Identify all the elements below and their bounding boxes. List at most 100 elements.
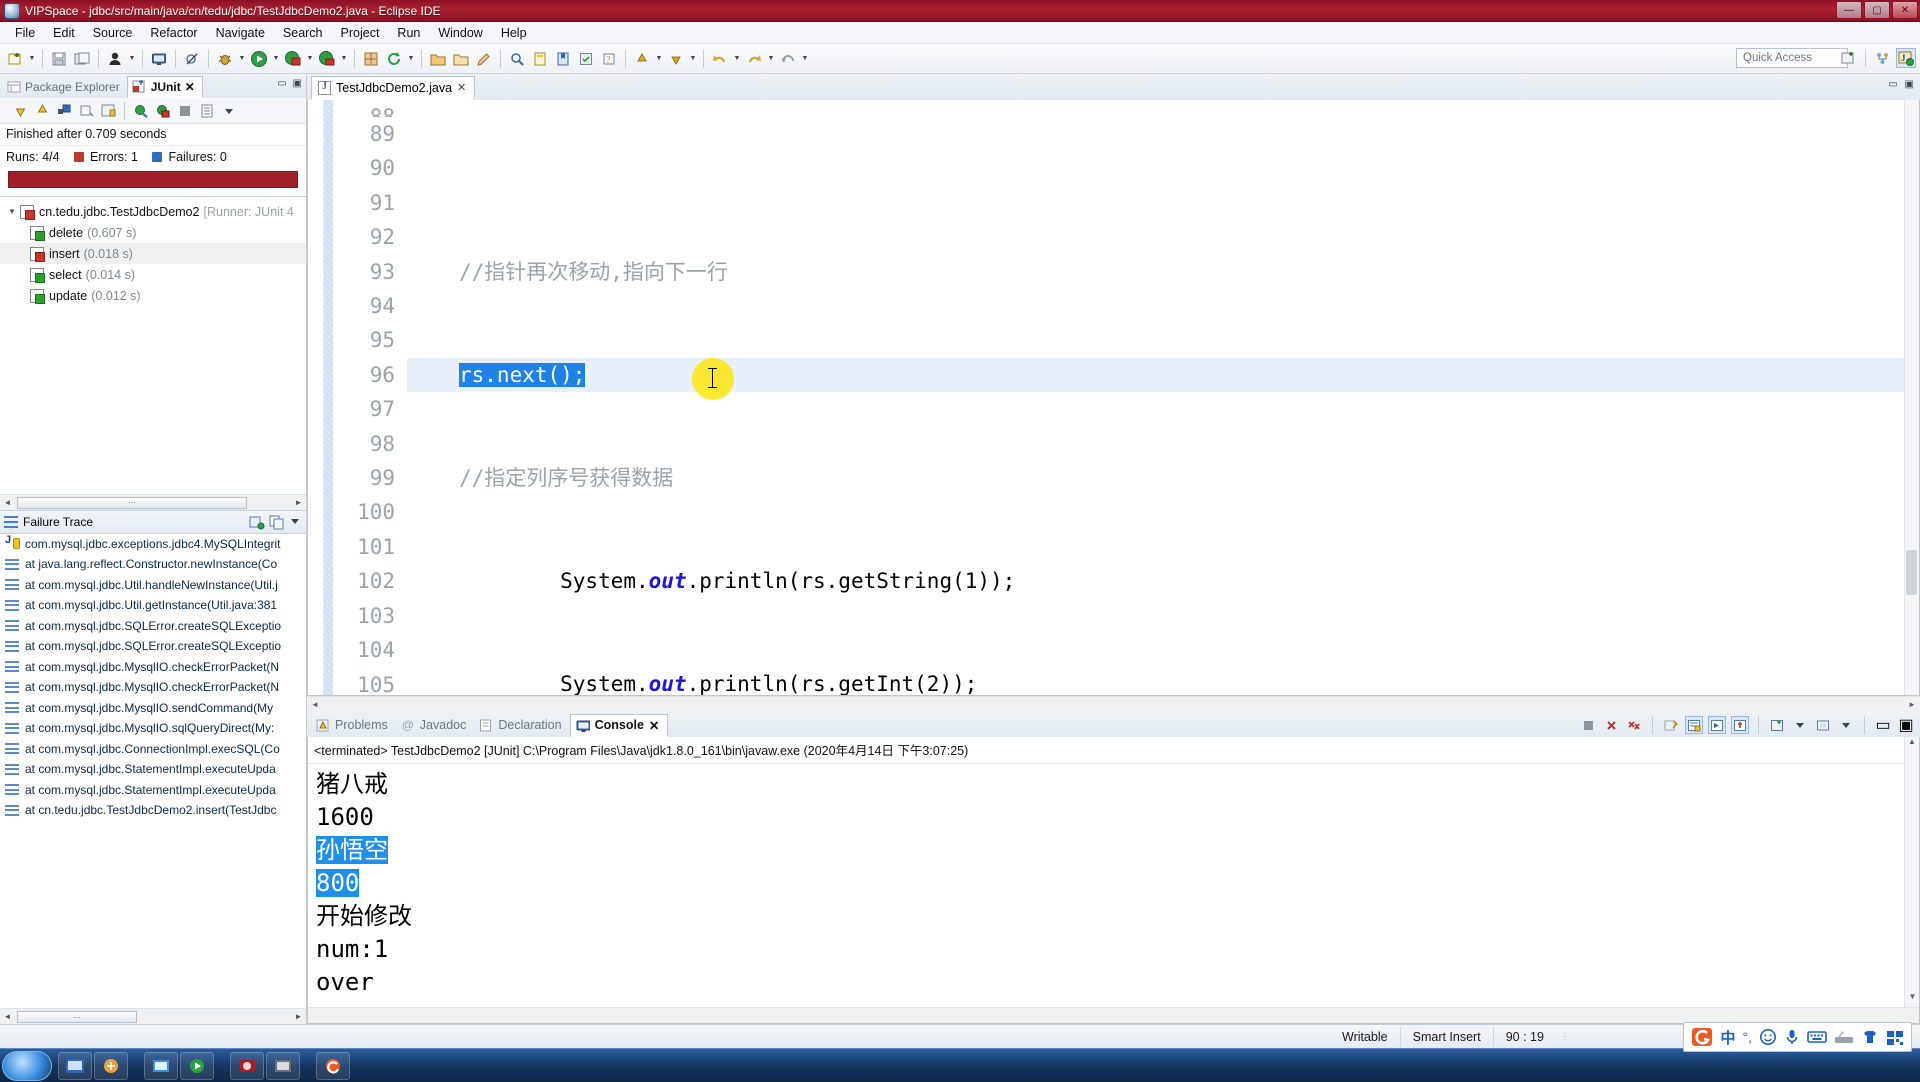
prev-annotation-dropdown-icon[interactable]: ▼ xyxy=(654,48,664,70)
prev-annotation-icon[interactable] xyxy=(631,48,653,70)
new-package-icon[interactable] xyxy=(360,48,382,70)
run-coverage-icon[interactable] xyxy=(282,48,304,70)
menu-refactor[interactable]: Refactor xyxy=(141,24,206,42)
back-navigate-icon[interactable] xyxy=(709,48,731,70)
debug-icon[interactable] xyxy=(214,48,236,70)
menu-navigate[interactable]: Navigate xyxy=(207,24,274,42)
emoji-icon[interactable] xyxy=(1759,1026,1777,1048)
tab-console[interactable]: Console ✕ xyxy=(569,714,669,737)
minimize-button[interactable]: — xyxy=(1836,1,1862,19)
minimize-console-icon[interactable]: ▭ xyxy=(1874,716,1892,734)
bookmark-icon[interactable] xyxy=(552,48,574,70)
search-icon[interactable] xyxy=(506,48,528,70)
perspective-team-icon[interactable] xyxy=(1873,48,1893,68)
failure-view-menu-icon[interactable] xyxy=(289,515,301,533)
open-console-icon[interactable] xyxy=(1814,716,1832,734)
trace-row[interactable]: at com.mysql.jdbc.StatementImpl.executeU… xyxy=(0,780,306,801)
open-folder-icon[interactable] xyxy=(427,48,449,70)
debug-dropdown-icon[interactable]: ▼ xyxy=(237,48,247,70)
show-failures-only-icon[interactable] xyxy=(54,101,74,121)
annotation-ruler[interactable] xyxy=(308,100,324,695)
editor-vscroll-thumb[interactable] xyxy=(1906,550,1917,595)
scroll-left-icon[interactable]: ◄ xyxy=(0,498,15,507)
scroll-lock-icon[interactable] xyxy=(1685,716,1703,734)
minimize-editor-icon[interactable]: ▭ xyxy=(1888,79,1897,90)
new-wizard-icon[interactable] xyxy=(4,48,26,70)
skin-icon[interactable] xyxy=(1861,1026,1879,1048)
open-type-icon[interactable] xyxy=(450,48,472,70)
expand-arrow-icon[interactable]: ▼ xyxy=(8,207,20,216)
scroll-up-icon[interactable]: ▲ xyxy=(1905,737,1919,752)
trace-row[interactable]: at com.mysql.jdbc.Util.getInstance(Util.… xyxy=(0,595,306,616)
next-failure-icon[interactable] xyxy=(10,101,30,121)
skip-breakpoints-icon[interactable] xyxy=(181,48,203,70)
stop-icon[interactable] xyxy=(175,101,195,121)
clear-console-icon[interactable] xyxy=(1662,716,1680,734)
taskbar-item[interactable] xyxy=(94,1051,128,1080)
ime-toolbar[interactable]: 中 °, xyxy=(1683,1022,1912,1052)
remove-launch-icon[interactable] xyxy=(1602,716,1620,734)
maximize-view-icon[interactable]: ▣ xyxy=(293,78,302,89)
keyboard-icon[interactable] xyxy=(1807,1026,1827,1048)
scroll-left-icon[interactable]: ◄ xyxy=(307,700,323,709)
tab-declaration[interactable]: Declaration xyxy=(474,714,569,737)
toolbox-icon[interactable] xyxy=(1886,1026,1904,1048)
trace-row[interactable]: at com.mysql.jdbc.ConnectionImpl.execSQL… xyxy=(0,739,306,760)
forward-dropdown-icon[interactable]: ▼ xyxy=(766,48,776,70)
rerun-icon[interactable] xyxy=(131,101,151,121)
show-console-on-output-icon[interactable] xyxy=(1708,716,1726,734)
editor-vscrollbar[interactable] xyxy=(1904,100,1919,695)
trace-row[interactable]: at com.mysql.jdbc.MysqlIO.sqlQueryDirect… xyxy=(0,718,306,739)
compare-results-icon[interactable] xyxy=(249,515,265,533)
console-vscrollbar[interactable]: ▲ ▼ xyxy=(1904,737,1919,1007)
menu-run[interactable]: Run xyxy=(388,24,429,42)
ime-chinese-icon[interactable]: 中 xyxy=(1720,1026,1735,1048)
taskbar-item[interactable] xyxy=(266,1051,300,1080)
tab-javadoc[interactable]: @ Javadoc xyxy=(396,714,475,737)
hscroll-thumb[interactable]: ⋯ xyxy=(17,496,247,509)
refresh-dropdown-icon[interactable]: ▼ xyxy=(406,48,416,70)
console-hscrollbar[interactable] xyxy=(308,1007,1919,1023)
taskbar-item[interactable] xyxy=(144,1051,178,1080)
minimize-view-icon[interactable]: ▭ xyxy=(277,78,286,89)
display-selected-console-icon[interactable] xyxy=(1768,716,1786,734)
test-tree-item-update[interactable]: update (0.012 s) xyxy=(0,285,306,306)
trace-row[interactable]: at com.mysql.jdbc.SQLError.createSQLExce… xyxy=(0,636,306,657)
view-menu-icon[interactable] xyxy=(219,101,239,121)
trace-row[interactable]: at cn.tedu.jdbc.TestJdbcDemo2.insert(Tes… xyxy=(0,800,306,821)
scroll-lock-icon[interactable] xyxy=(76,101,96,121)
trace-row[interactable]: at com.mysql.jdbc.MysqlIO.checkErrorPack… xyxy=(0,657,306,678)
scroll-right-icon[interactable]: ► xyxy=(291,498,306,507)
history-dropdown-icon[interactable]: ▼ xyxy=(800,48,810,70)
marker-icon[interactable] xyxy=(529,48,551,70)
previous-failure-icon[interactable] xyxy=(32,101,52,121)
console-tab-close-icon[interactable]: ✕ xyxy=(649,718,659,733)
code-text[interactable]: //指针再次移动,指向下一行 rs.next(); //指定列序号获得数据 Sy… xyxy=(407,100,1919,695)
taskbar-item[interactable] xyxy=(58,1051,92,1080)
handwriting-icon[interactable] xyxy=(1834,1026,1854,1048)
taskbar-item[interactable] xyxy=(230,1051,264,1080)
scroll-right-icon[interactable]: ► xyxy=(1904,700,1920,709)
tab-junit[interactable]: JUnit ✕ xyxy=(126,76,203,98)
scroll-right-icon[interactable]: ► xyxy=(291,1012,306,1021)
editor-tab-testjdbcdemo2[interactable]: TestJdbcDemo2.java ✕ xyxy=(311,76,476,100)
editor-tab-close-icon[interactable]: ✕ xyxy=(457,81,466,94)
open-perspective-icon[interactable] xyxy=(1838,48,1858,68)
trace-row[interactable]: at java.lang.reflect.Constructor.newInst… xyxy=(0,554,306,575)
junit-tab-close-icon[interactable]: ✕ xyxy=(185,80,195,94)
remove-all-launches-icon[interactable] xyxy=(1625,716,1643,734)
menu-search[interactable]: Search xyxy=(274,24,332,42)
person-dropdown-icon[interactable]: ▼ xyxy=(127,48,137,70)
sogou-logo-icon[interactable] xyxy=(1691,1026,1713,1048)
editor-hscrollbar[interactable]: ◄ ► xyxy=(307,696,1920,712)
refresh-icon[interactable] xyxy=(383,48,405,70)
terminal-icon[interactable] xyxy=(148,48,170,70)
console-body[interactable]: <terminated> TestJdbcDemo2 [JUnit] C:\Pr… xyxy=(307,737,1920,1024)
console-dropdown-icon[interactable] xyxy=(1791,716,1809,734)
copy-trace-icon[interactable] xyxy=(269,515,285,533)
trace-row[interactable]: at com.mysql.jdbc.StatementImpl.executeU… xyxy=(0,759,306,780)
microphone-icon[interactable] xyxy=(1784,1026,1800,1048)
tab-problems[interactable]: Problems xyxy=(311,714,396,737)
maximize-console-icon[interactable]: ▣ xyxy=(1897,716,1915,734)
pin-console-icon[interactable] xyxy=(1731,716,1749,734)
